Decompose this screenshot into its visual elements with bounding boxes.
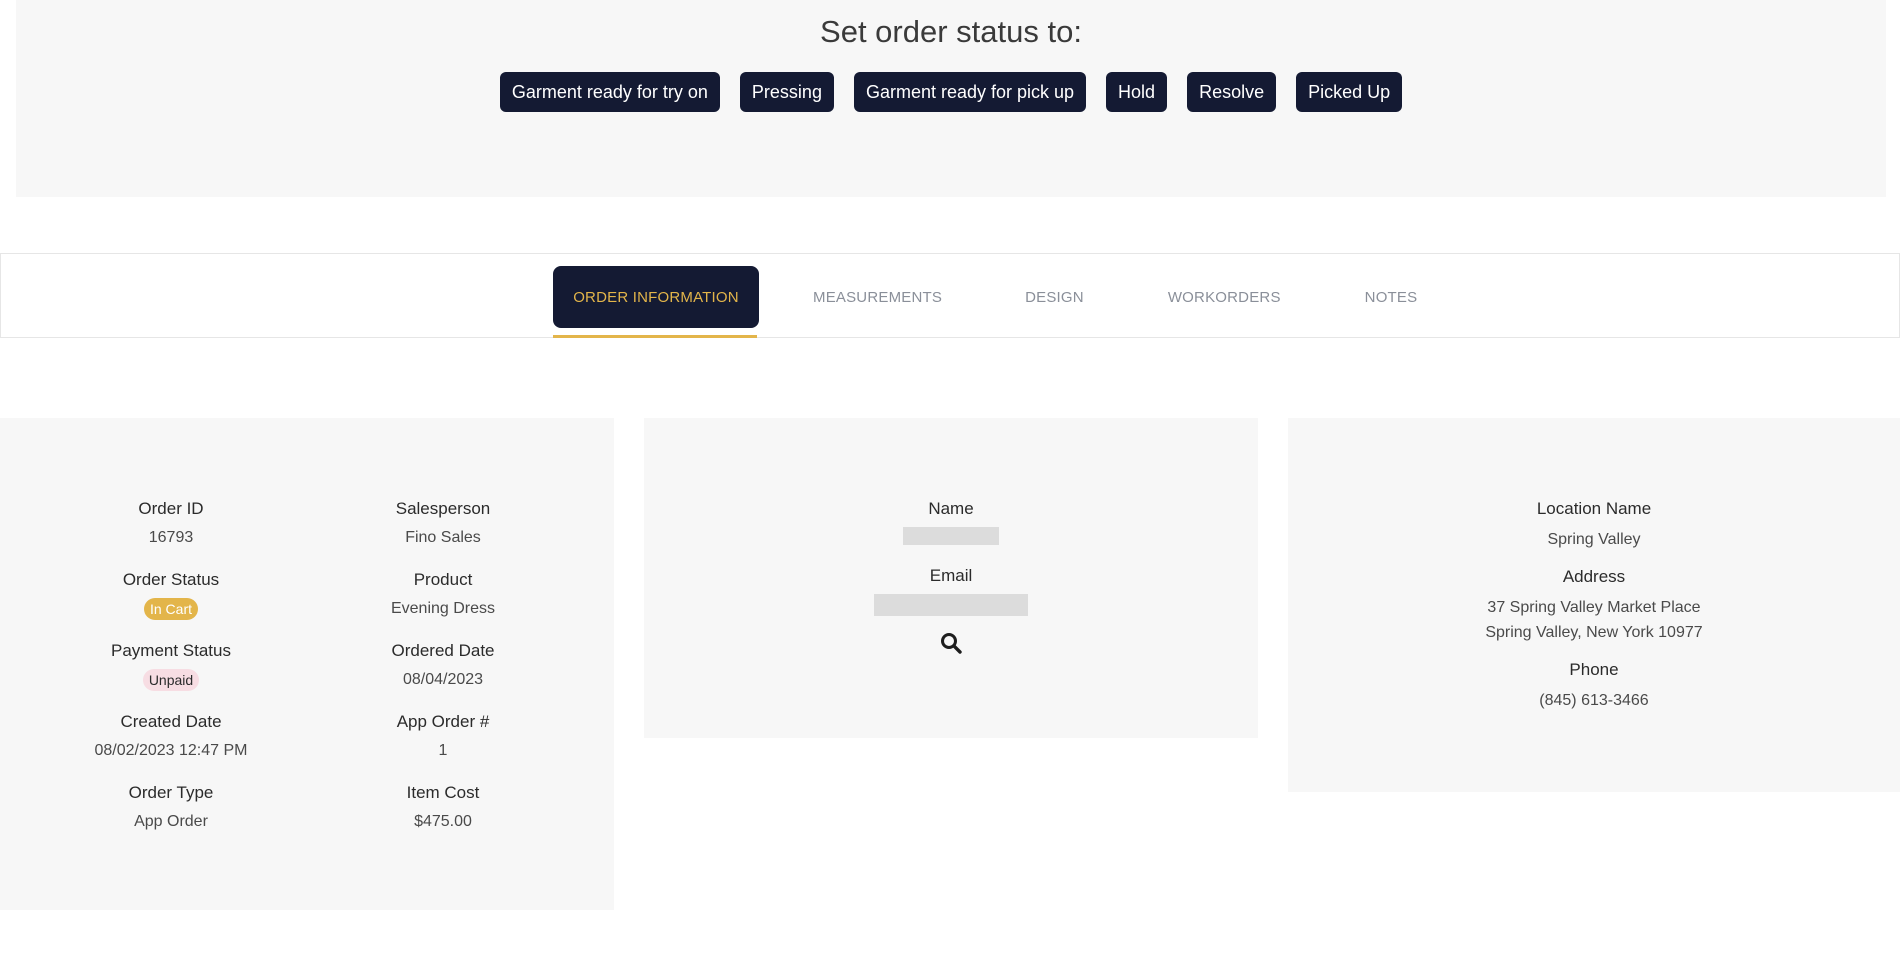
- created-date-label: Created Date: [120, 712, 222, 731]
- phone-field: Phone (845) 613-3466: [1288, 659, 1900, 713]
- ordered-date-label: Ordered Date: [391, 641, 495, 660]
- order-id-value: 16793: [148, 529, 194, 546]
- location-name-field: Location Name Spring Valley: [1288, 498, 1900, 552]
- address-field: Address 37 Spring Valley Market Place Sp…: [1288, 566, 1900, 645]
- order-info-card: Order ID 16793 Order Status In Cart Paym…: [0, 418, 614, 910]
- payment-status-label: Payment Status: [110, 641, 231, 660]
- payment-status-field: Payment Status Unpaid: [21, 640, 321, 711]
- app-order-value: 1: [438, 742, 448, 759]
- tabs-bar: ORDER INFORMATION MEASUREMENTS DESIGN WO…: [0, 253, 1900, 338]
- tab-list: ORDER INFORMATION MEASUREMENTS DESIGN WO…: [553, 266, 1417, 328]
- customer-name-label: Name: [928, 499, 974, 518]
- status-button-pick-up-ready[interactable]: Garment ready for pick up: [853, 72, 1087, 112]
- ordered-date-value: 08/04/2023: [402, 671, 484, 688]
- tab-notes[interactable]: NOTES: [1365, 266, 1418, 328]
- location-column: Location Name Spring Valley Address 37 S…: [1288, 498, 1900, 727]
- product-value: Evening Dress: [390, 600, 496, 617]
- item-cost-value: $475.00: [414, 813, 472, 830]
- status-panel-title: Set order status to:: [820, 14, 1082, 49]
- active-tab-underline: [553, 335, 757, 338]
- customer-email-row: [644, 594, 1258, 618]
- customer-card: Name Email: [644, 418, 1258, 738]
- app-order-field: App Order # 1: [293, 711, 593, 782]
- ordered-date-field: Ordered Date 08/04/2023: [293, 640, 593, 711]
- payment-status-badge: Unpaid: [142, 669, 200, 691]
- order-type-field: Order Type App Order: [21, 782, 321, 853]
- tab-workorders[interactable]: WORKORDERS: [1168, 266, 1281, 328]
- order-status-label: Order Status: [122, 570, 220, 589]
- customer-name-row: [644, 527, 1258, 551]
- order-id-field: Order ID 16793: [21, 498, 321, 569]
- customer-email-label: Email: [929, 566, 973, 585]
- customer-name-redacted: [903, 527, 999, 545]
- salesperson-value: Fino Sales: [405, 529, 481, 546]
- created-date-value: 08/02/2023 12:47 PM: [94, 742, 248, 759]
- salesperson-label: Salesperson: [395, 499, 491, 518]
- location-name-value: Spring Valley: [1547, 531, 1641, 548]
- status-button-picked-up[interactable]: Picked Up: [1296, 72, 1403, 112]
- tab-measurements[interactable]: MEASUREMENTS: [813, 266, 942, 328]
- item-cost-label: Item Cost: [406, 783, 480, 802]
- order-status-badge: In Cart: [143, 598, 198, 620]
- search-icon[interactable]: [940, 632, 962, 659]
- order-info-right-column: Salesperson Fino Sales Product Evening D…: [293, 498, 593, 853]
- status-button-pressing[interactable]: Pressing: [739, 72, 834, 112]
- status-button-group: Garment ready for try on Pressing Garmen…: [16, 72, 1886, 112]
- customer-column: Name Email: [644, 498, 1258, 659]
- status-button-try-on[interactable]: Garment ready for try on: [499, 72, 720, 112]
- address-line-2: Spring Valley, New York 10977: [1485, 624, 1703, 641]
- order-type-value: App Order: [134, 813, 208, 830]
- customer-email-redacted: [874, 594, 1028, 616]
- order-id-label: Order ID: [138, 499, 204, 518]
- order-info-left-column: Order ID 16793 Order Status In Cart Paym…: [21, 498, 321, 853]
- item-cost-field: Item Cost $475.00: [293, 782, 593, 853]
- order-status-field: Order Status In Cart: [21, 569, 321, 640]
- salesperson-field: Salesperson Fino Sales: [293, 498, 593, 569]
- location-name-label: Location Name: [1536, 499, 1652, 518]
- product-label: Product: [413, 570, 473, 589]
- location-card: Location Name Spring Valley Address 37 S…: [1288, 418, 1900, 792]
- tab-order-information[interactable]: ORDER INFORMATION: [553, 266, 759, 328]
- status-panel: Set order status to: Garment ready for t…: [16, 0, 1886, 197]
- phone-label: Phone: [1569, 660, 1619, 679]
- app-order-label: App Order #: [396, 712, 490, 731]
- order-type-label: Order Type: [128, 783, 214, 802]
- tab-design[interactable]: DESIGN: [1025, 266, 1084, 328]
- product-field: Product Evening Dress: [293, 569, 593, 640]
- status-button-resolve[interactable]: Resolve: [1187, 72, 1277, 112]
- status-button-hold[interactable]: Hold: [1106, 72, 1168, 112]
- address-label: Address: [1562, 567, 1626, 586]
- created-date-field: Created Date 08/02/2023 12:47 PM: [21, 711, 321, 782]
- address-line-1: 37 Spring Valley Market Place: [1487, 599, 1701, 616]
- phone-value: (845) 613-3466: [1539, 692, 1649, 709]
